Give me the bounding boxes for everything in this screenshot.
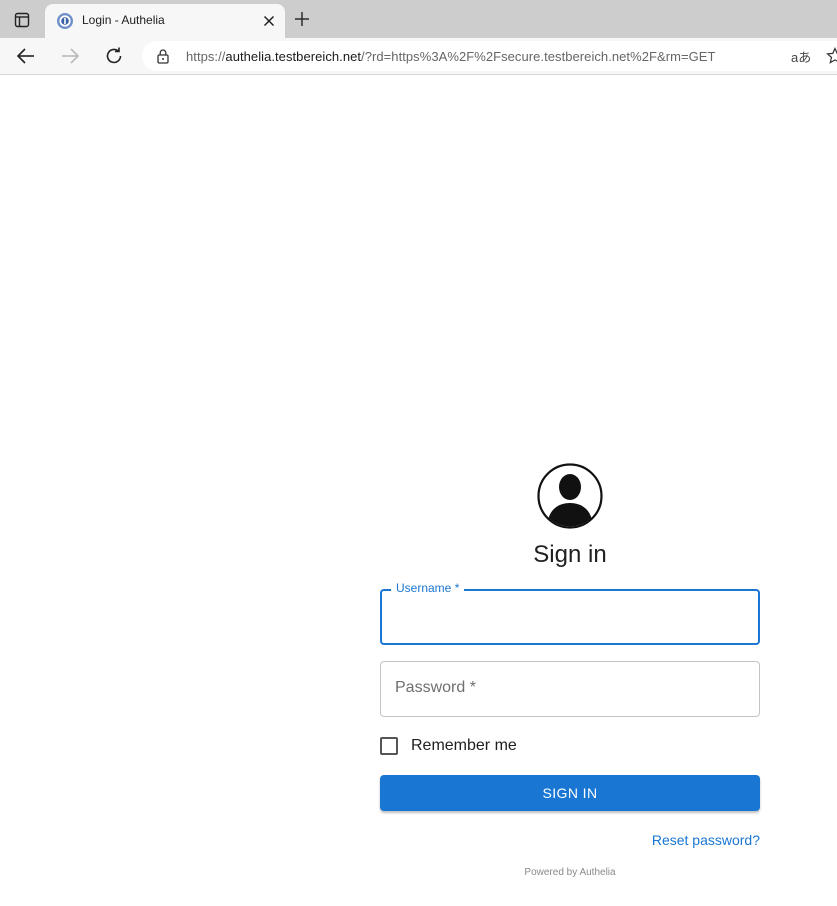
back-arrow-icon[interactable] <box>15 45 37 67</box>
url-text: https://authelia.testbereich.net/?rd=htt… <box>186 49 716 64</box>
page-title: Sign in <box>533 541 607 568</box>
username-field[interactable]: Username * <box>380 581 760 645</box>
address-bar[interactable]: https://authelia.testbereich.net/?rd=htt… <box>142 41 837 71</box>
read-aloud-icon[interactable]: aあ <box>791 47 811 66</box>
remember-me-checkbox[interactable] <box>380 737 398 755</box>
sign-in-button[interactable]: SIGN IN <box>380 775 760 811</box>
browser-tabstrip: Login - Authelia <box>0 0 837 38</box>
forward-arrow-icon[interactable] <box>59 45 81 67</box>
tab-login-authelia[interactable]: Login - Authelia <box>45 4 285 38</box>
reload-icon[interactable] <box>103 45 125 67</box>
lock-icon[interactable] <box>155 48 171 64</box>
username-input[interactable] <box>396 591 746 643</box>
password-input[interactable] <box>395 662 745 716</box>
user-avatar-icon <box>537 463 603 529</box>
browser-toolbar: https://authelia.testbereich.net/?rd=htt… <box>0 38 837 75</box>
remember-me-label: Remember me <box>411 737 517 754</box>
reset-password-link[interactable]: Reset password? <box>652 832 760 848</box>
tab-actions-icon[interactable] <box>9 9 35 31</box>
authelia-favicon <box>56 12 74 30</box>
password-field[interactable]: Password * <box>380 661 760 717</box>
close-icon[interactable] <box>261 13 277 29</box>
remember-me[interactable]: Remember me <box>380 735 517 757</box>
star-icon[interactable] <box>826 47 837 65</box>
powered-by-text: Powered by Authelia <box>524 867 616 878</box>
plus-icon[interactable] <box>293 10 311 28</box>
tab-title: Login - Authelia <box>82 13 165 27</box>
